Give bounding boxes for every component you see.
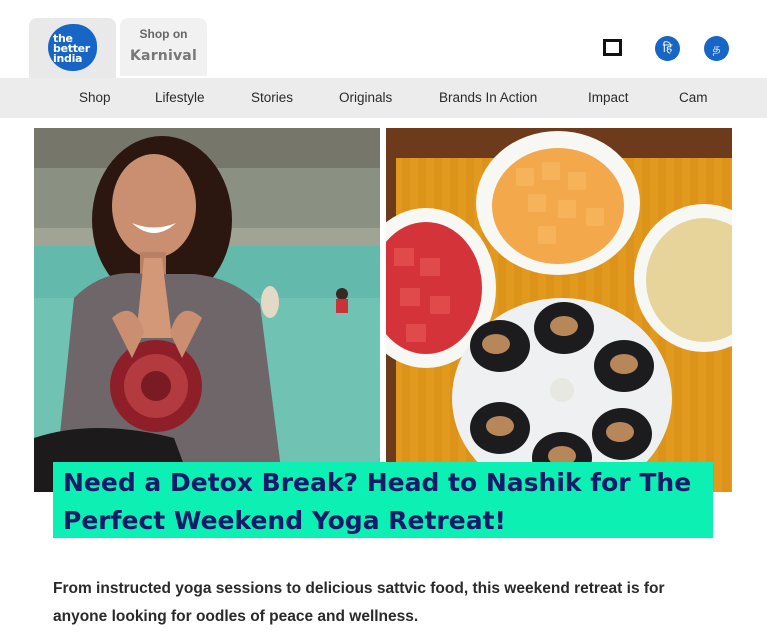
sattvic-food-photo — [386, 128, 732, 492]
logo-word-3: india — [53, 52, 83, 65]
site-header: the better india Shop on Karnival हि த — [0, 0, 767, 78]
nav-item-stories[interactable]: Stories — [251, 90, 293, 105]
nav-item-lifestyle[interactable]: Lifestyle — [155, 90, 205, 105]
karnival-logo: Karnival — [130, 48, 197, 64]
yoga-woman-photo — [34, 128, 380, 492]
article-title: Need a Detox Break? Head to Nashik for T… — [63, 468, 692, 535]
the-better-india-logo: the better india — [48, 24, 97, 71]
nav-item-shop[interactable]: Shop — [79, 90, 111, 105]
site-logo-link[interactable]: the better india — [29, 18, 116, 78]
shop-on-label: Shop on — [139, 27, 188, 41]
square-outline-icon[interactable] — [603, 39, 622, 56]
tamil-language-icon[interactable]: த — [704, 36, 729, 61]
nav-item-impact[interactable]: Impact — [588, 90, 629, 105]
article-summary: From instructed yoga sessions to delicio… — [53, 580, 665, 625]
hero-image — [34, 128, 732, 492]
nav-item-brands-in-action[interactable]: Brands In Action — [439, 90, 537, 105]
nav-item-campaigns[interactable]: Cam — [679, 90, 708, 105]
nav-item-originals[interactable]: Originals — [339, 90, 392, 105]
hindi-language-icon[interactable]: हि — [655, 36, 680, 61]
shop-on-karnival-link[interactable]: Shop on Karnival — [120, 18, 207, 76]
article-title-band: Need a Detox Break? Head to Nashik for T… — [53, 462, 713, 538]
main-nav: Shop Lifestyle Stories Originals Brands … — [0, 78, 767, 118]
